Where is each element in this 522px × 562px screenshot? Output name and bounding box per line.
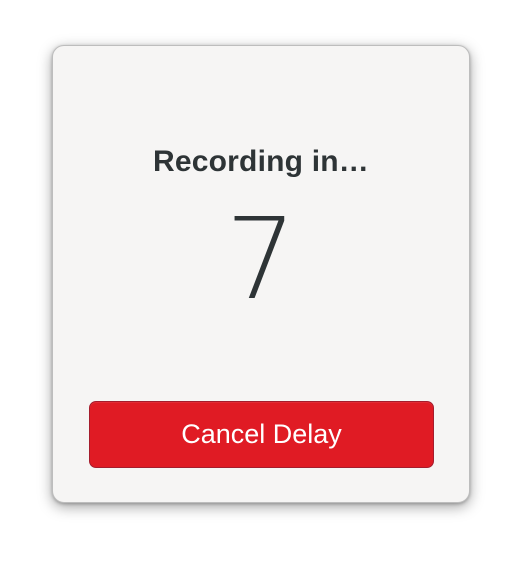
dialog-title: Recording in… [153, 145, 369, 178]
cancel-delay-button[interactable]: Cancel Delay [89, 401, 434, 468]
countdown-number: 7 [225, 195, 297, 325]
recording-delay-dialog: Recording in… 7 Cancel Delay [52, 45, 470, 503]
